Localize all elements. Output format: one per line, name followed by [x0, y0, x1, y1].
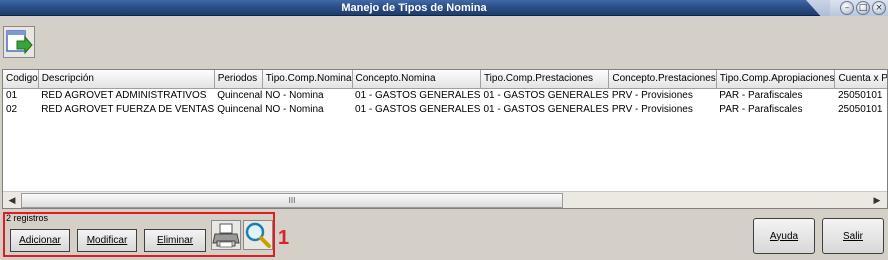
column-header[interactable]: Tipo.Comp.Apropiaciones [716, 70, 836, 89]
table-cell: NO - Nomina [265, 103, 324, 115]
export-icon [6, 30, 33, 55]
table-cell: PAR - Parafiscales [719, 89, 803, 101]
scroll-thumb-grip: III [288, 196, 296, 205]
help-button-label: Ayuda [769, 230, 799, 242]
exit-button-label: Salir [842, 230, 863, 242]
column-header[interactable]: Concepto.Prestaciones [608, 70, 717, 89]
add-button-label: Adicionar [19, 235, 61, 246]
table-cell: Quincenal [217, 103, 263, 115]
table-cell: RED AGROVET ADMINISTRATIVOS [41, 89, 207, 101]
restore-button[interactable]: □ [856, 1, 870, 15]
annotation-number: 1 [278, 227, 290, 249]
payroll-types-table: Codigo Descripción Periodos Tipo.Comp.Nomin… [3, 70, 887, 116]
close-button[interactable]: × [872, 1, 886, 15]
table-cell: 25050101 [837, 103, 883, 115]
delete-button[interactable]: Eliminar [144, 229, 206, 252]
table-cell: 25050101 [837, 89, 883, 101]
column-header[interactable]: Codigo [3, 70, 39, 89]
table-cell: NO - Nomina [265, 89, 324, 101]
column-header[interactable]: Tipo.Comp.Prestaciones [480, 70, 610, 89]
title-bar: Manejo de Tipos de Nomina – □ × [0, 0, 888, 16]
window-controls: – □ × [830, 0, 888, 16]
exit-button[interactable]: Salir [822, 218, 884, 254]
table-cell: 02 [6, 103, 18, 115]
help-button[interactable]: Ayuda [753, 218, 815, 254]
table-cell: Quincenal [217, 89, 263, 101]
window-title: Manejo de Tipos de Nomina [341, 2, 487, 14]
modify-button-label: Modificar [86, 235, 128, 246]
table-row[interactable]: 02 RED AGROVET FUERZA DE VENTAS Quincenal N… [3, 102, 887, 116]
table-cell: PRV - Provisiones [611, 103, 693, 115]
table-cell: RED AGROVET FUERZA DE VENTAS [41, 103, 215, 115]
toolbar [0, 17, 888, 67]
scroll-left-icon[interactable]: ◀ [4, 193, 20, 208]
export-button[interactable] [3, 26, 35, 58]
scroll-right-icon[interactable]: ▶ [869, 193, 885, 208]
column-header[interactable]: Descripción [38, 70, 215, 89]
table-cell: 01 - GASTOS GENERALES [355, 89, 481, 101]
column-header[interactable]: Cuenta x Pagar [834, 70, 887, 89]
table-row[interactable]: 01 RED AGROVET ADMINISTRATIVOS Quincenal NO… [3, 88, 887, 102]
table-cell: 01 - GASTOS GENERALES [355, 103, 481, 115]
column-header[interactable]: Tipo.Comp.Nomina [262, 70, 353, 89]
column-header[interactable]: Concepto.Nomina [352, 70, 481, 89]
payroll-types-grid: Codigo Descripción Periodos Tipo.Comp.Nomin… [2, 69, 888, 209]
delete-button-label: Eliminar [156, 235, 194, 246]
table-cell: PAR - Parafiscales [719, 103, 803, 115]
scroll-thumb[interactable]: III [21, 193, 563, 208]
minimize-button[interactable]: – [840, 1, 854, 15]
modify-button[interactable]: Modificar [77, 229, 137, 252]
column-header[interactable]: Periodos [214, 70, 263, 89]
add-button[interactable]: Adicionar [10, 229, 70, 252]
table-cell: 01 - GASTOS GENERALES [483, 89, 609, 101]
table-cell: PRV - Provisiones [611, 89, 693, 101]
print-button[interactable] [211, 220, 241, 250]
horizontal-scrollbar[interactable]: ◀ III ▶ [3, 191, 887, 208]
magnifier-icon [245, 222, 271, 248]
table-cell: 01 [6, 89, 18, 101]
printer-icon [212, 223, 240, 248]
search-button[interactable] [243, 220, 273, 250]
table-cell: 01 - GASTOS GENERALES [483, 103, 609, 115]
